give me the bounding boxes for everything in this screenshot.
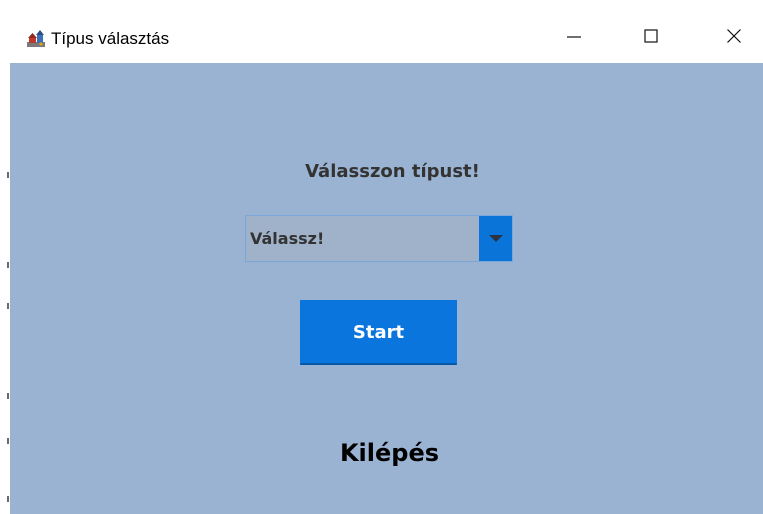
edge-mark [7,172,9,178]
chevron-down-icon [488,235,503,242]
close-icon [727,29,741,43]
minimize-icon [567,36,581,38]
maximize-icon [644,29,658,43]
start-button[interactable]: Start [300,300,457,365]
type-select-value: Válassz! [250,229,325,248]
edge-mark [7,496,9,502]
edge-mark [7,262,9,268]
edge-mark [7,303,9,309]
exit-button[interactable]: Kilépés [340,439,439,467]
minimize-button[interactable] [551,14,597,58]
type-select-arrow-button[interactable] [479,216,512,261]
type-selection-window: Típus választás Válasszon típust! Válass… [10,0,763,514]
close-button[interactable] [711,14,757,58]
desktop-edge [0,0,10,514]
client-area: Válasszon típust! Válassz! Start Kilépés [10,63,763,514]
edge-mark [7,393,9,399]
title-bar[interactable]: Típus választás [10,0,763,63]
page-heading: Válasszon típust! [10,161,763,182]
window-title: Típus választás [51,29,170,48]
type-select[interactable]: Válassz! [245,215,513,262]
exit-container: Kilépés [10,439,763,467]
app-icon[interactable] [26,28,46,48]
heading-text: Válasszon típust! [305,161,480,182]
edge-mark [7,438,9,444]
maximize-button[interactable] [628,14,674,58]
